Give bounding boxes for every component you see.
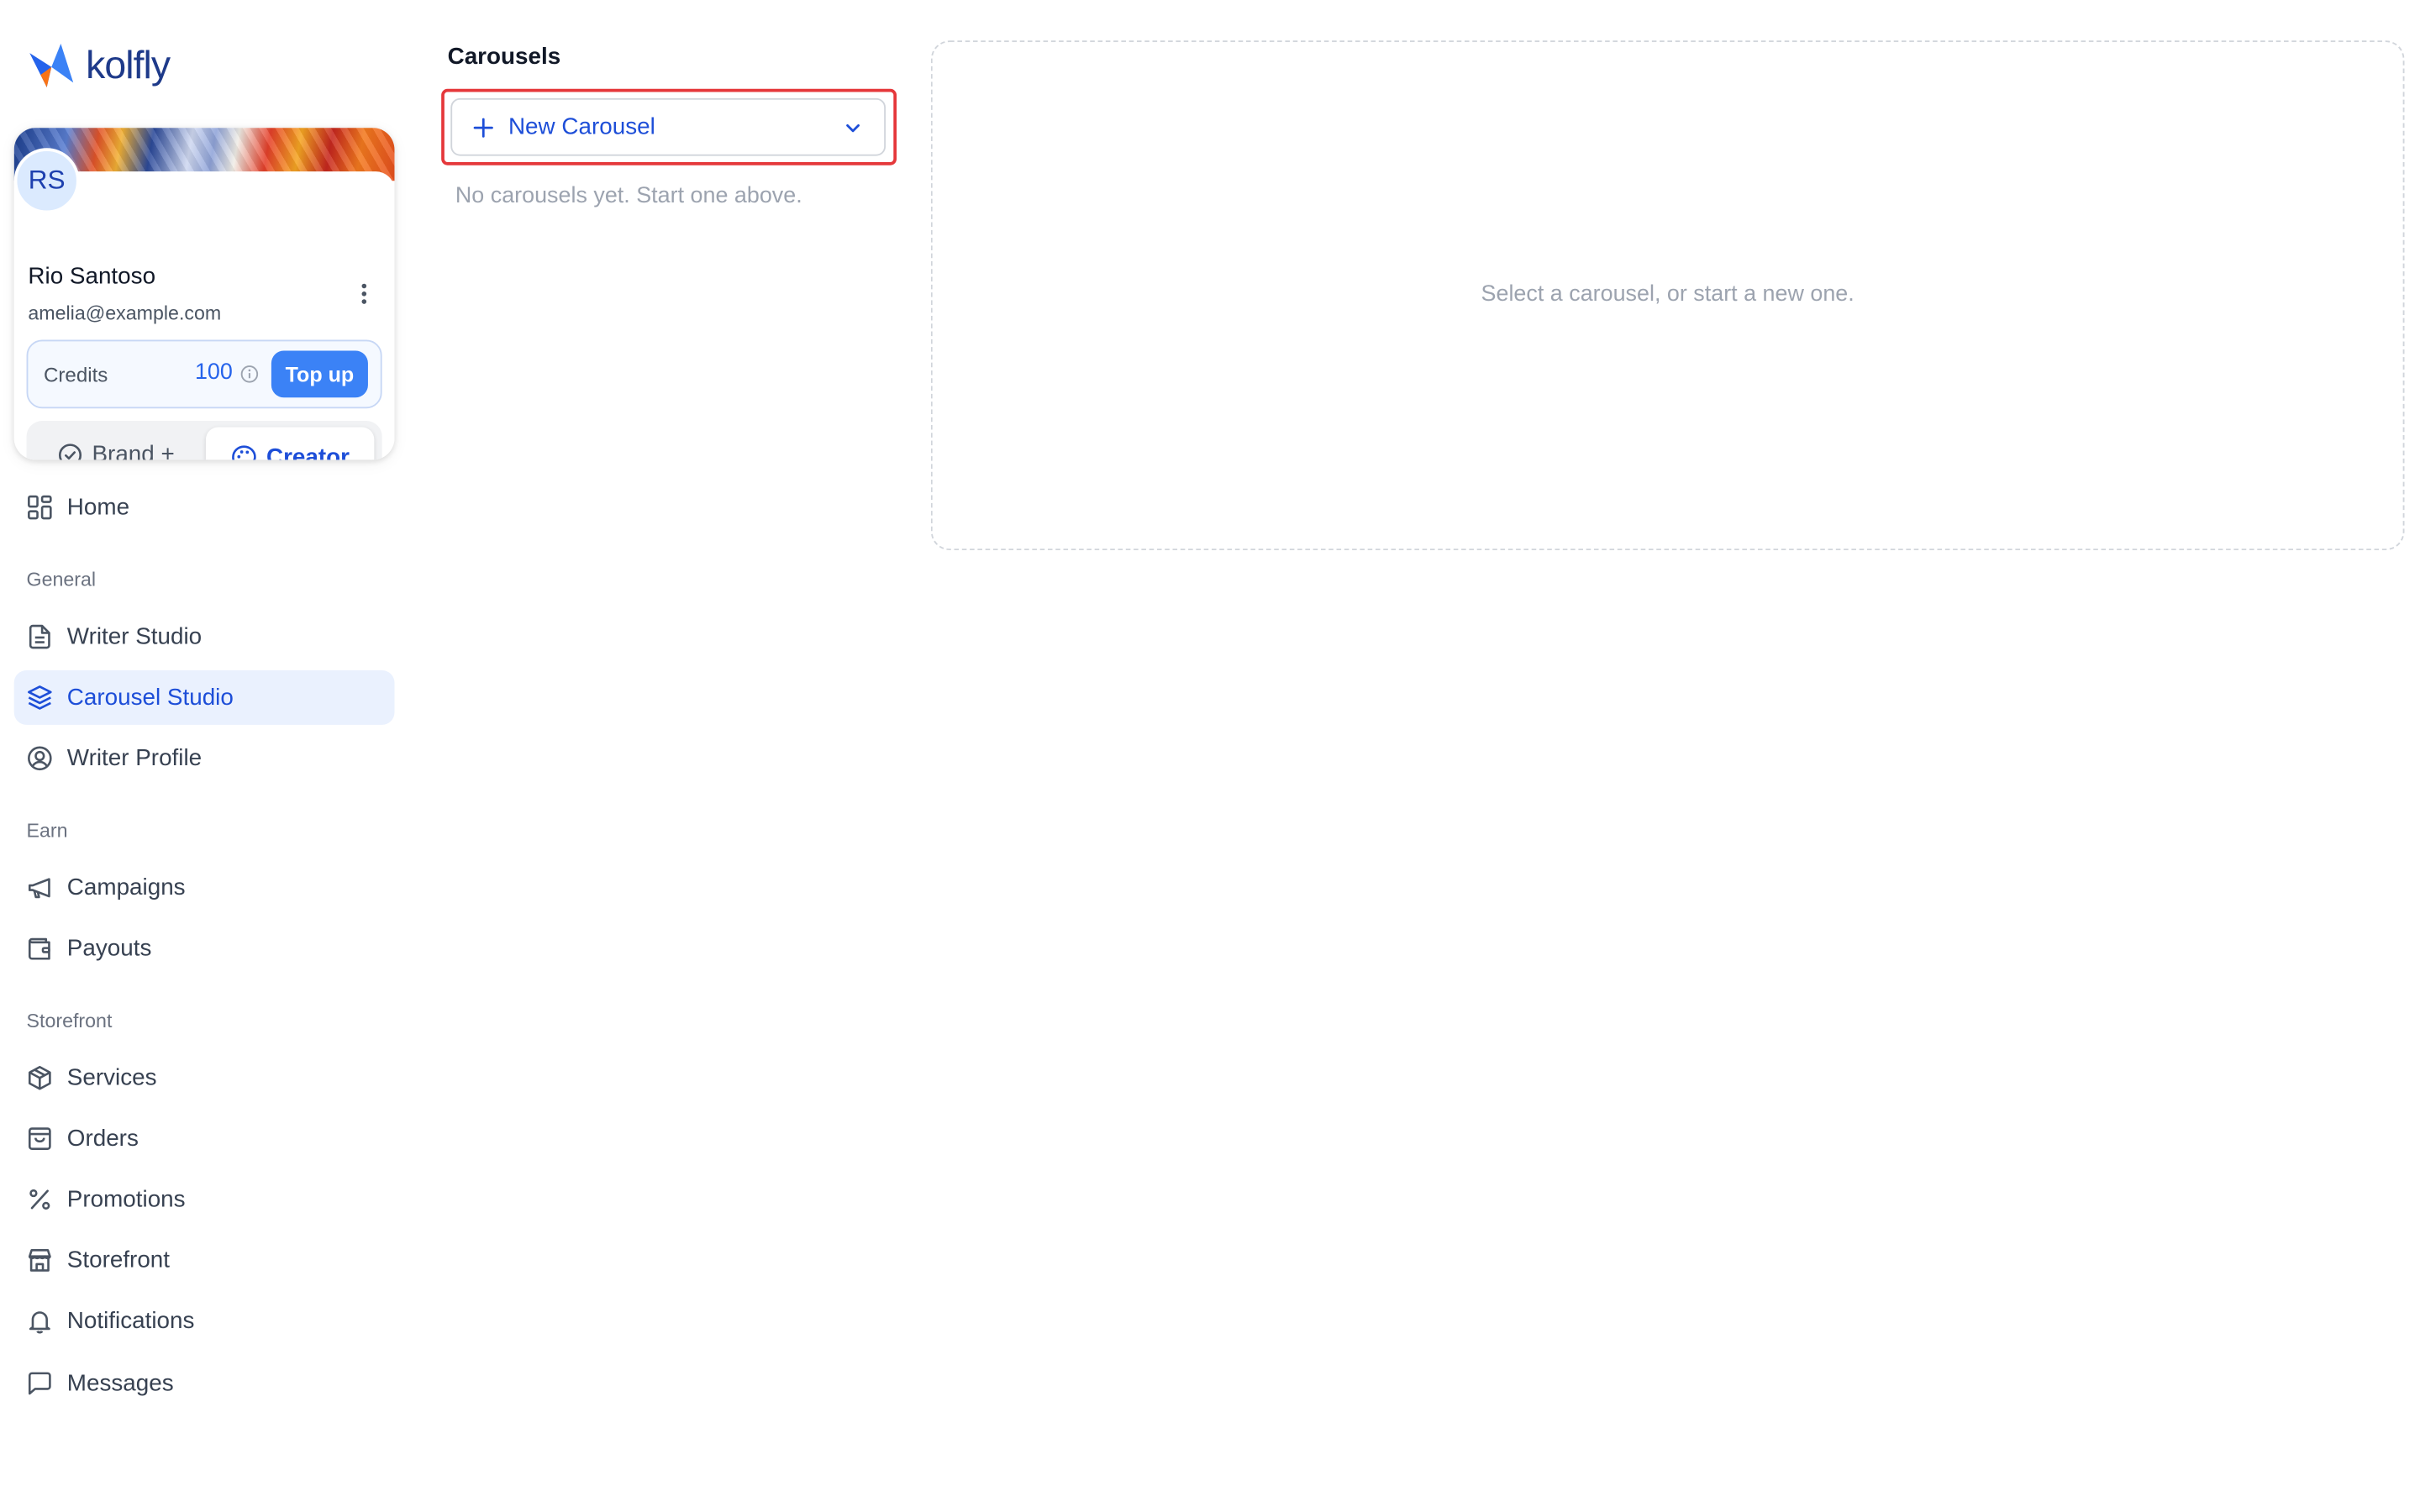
mode-toggle: Brand + Creator (26, 421, 382, 460)
sidebar-item-label: Messages (66, 1370, 174, 1397)
store-icon (28, 1248, 51, 1272)
sidebar-item-orders[interactable]: Orders (14, 1111, 395, 1166)
sidebar-item-label: Payouts (66, 935, 152, 962)
sidebar-item-writer-studio[interactable]: Writer Studio (14, 610, 395, 664)
new-carousel-button[interactable]: New Carousel (450, 97, 886, 156)
check-circle-icon (58, 443, 82, 460)
message-square-icon (28, 1372, 51, 1395)
credits-box: Credits 100 Top up (26, 339, 382, 409)
new-carousel-label: New Carousel (508, 113, 655, 141)
section-label-earn: Earn (26, 820, 68, 843)
plus-icon (473, 117, 493, 137)
sidebar-item-label: Carousel Studio (66, 684, 234, 711)
sidebar: kolfly Rio Santoso amelia@example.com Cr… (0, 0, 408, 1512)
document-icon (29, 624, 50, 649)
chevron-down-icon[interactable] (844, 118, 862, 137)
preview-empty-text: Select a carousel, or start a new one. (1481, 281, 1854, 307)
profile-email: amelia@example.com (28, 302, 222, 324)
sidebar-item-carousel-studio[interactable]: Carousel Studio (13, 669, 395, 725)
sidebar-item-label: Promotions (66, 1186, 186, 1213)
percent-icon (29, 1189, 50, 1210)
sidebar-item-label: Storefront (66, 1247, 171, 1274)
grid-icon (28, 495, 52, 520)
mode-creator-button[interactable]: Creator (205, 427, 375, 460)
section-label-storefront: Storefront (26, 1010, 113, 1032)
credits-value: 100 (194, 360, 233, 386)
sidebar-item-messages[interactable]: Messages (14, 1356, 395, 1410)
bell-icon (29, 1311, 50, 1334)
sidebar-item-services[interactable]: Services (14, 1051, 395, 1105)
layers-icon (28, 685, 52, 710)
app-logo[interactable]: kolfly (27, 40, 171, 90)
more-options-icon[interactable] (354, 281, 372, 306)
sidebar-item-promotions[interactable]: Promotions (14, 1172, 395, 1226)
box-icon (28, 1065, 51, 1090)
carousels-empty-text: No carousels yet. Start one above. (455, 183, 802, 209)
sidebar-item-payouts[interactable]: Payouts (14, 921, 395, 976)
carousel-preview-panel: Select a carousel, or start a new one. (930, 40, 2405, 551)
sidebar-item-label: Campaigns (66, 874, 186, 901)
mode-brand-button[interactable]: Brand + (58, 441, 175, 460)
top-up-button[interactable]: Top up (271, 350, 368, 398)
sidebar-item-home[interactable]: Home (14, 480, 395, 535)
sidebar-item-campaigns[interactable]: Campaigns (14, 860, 395, 915)
app-name: kolfly (86, 43, 171, 87)
mode-brand-label: Brand + (92, 441, 175, 460)
section-label-general: General (26, 569, 97, 591)
sidebar-item-label: Notifications (66, 1307, 195, 1335)
sidebar-item-label: Orders (66, 1125, 139, 1152)
profile-card-body: Rio Santoso amelia@example.com Credits 1… (13, 171, 395, 460)
new-carousel-highlight: New Carousel (441, 88, 897, 165)
mode-creator-label: Creator (266, 443, 350, 460)
sidebar-item-storefront[interactable]: Storefront (14, 1233, 395, 1288)
user-circle-icon (28, 746, 52, 771)
sidebar-item-label: Home (66, 494, 130, 521)
wallet-icon (28, 937, 50, 960)
sidebar-item-label: Writer Studio (66, 623, 203, 650)
carousels-title: Carousels (447, 43, 561, 71)
profile-name: Rio Santoso (28, 263, 156, 291)
palette-icon (231, 444, 256, 460)
credits-label: Credits (43, 363, 108, 387)
kolfly-logo-icon (29, 43, 74, 87)
info-icon[interactable] (240, 365, 259, 383)
avatar[interactable]: RS (13, 148, 80, 214)
sidebar-item-writer-profile[interactable]: Writer Profile (14, 731, 395, 785)
sidebar-item-notifications[interactable]: Notifications (14, 1294, 395, 1348)
sidebar-item-label: Writer Profile (66, 745, 203, 772)
shopping-bag-icon (28, 1127, 51, 1150)
sidebar-item-label: Services (66, 1064, 157, 1091)
megaphone-icon (28, 878, 50, 899)
